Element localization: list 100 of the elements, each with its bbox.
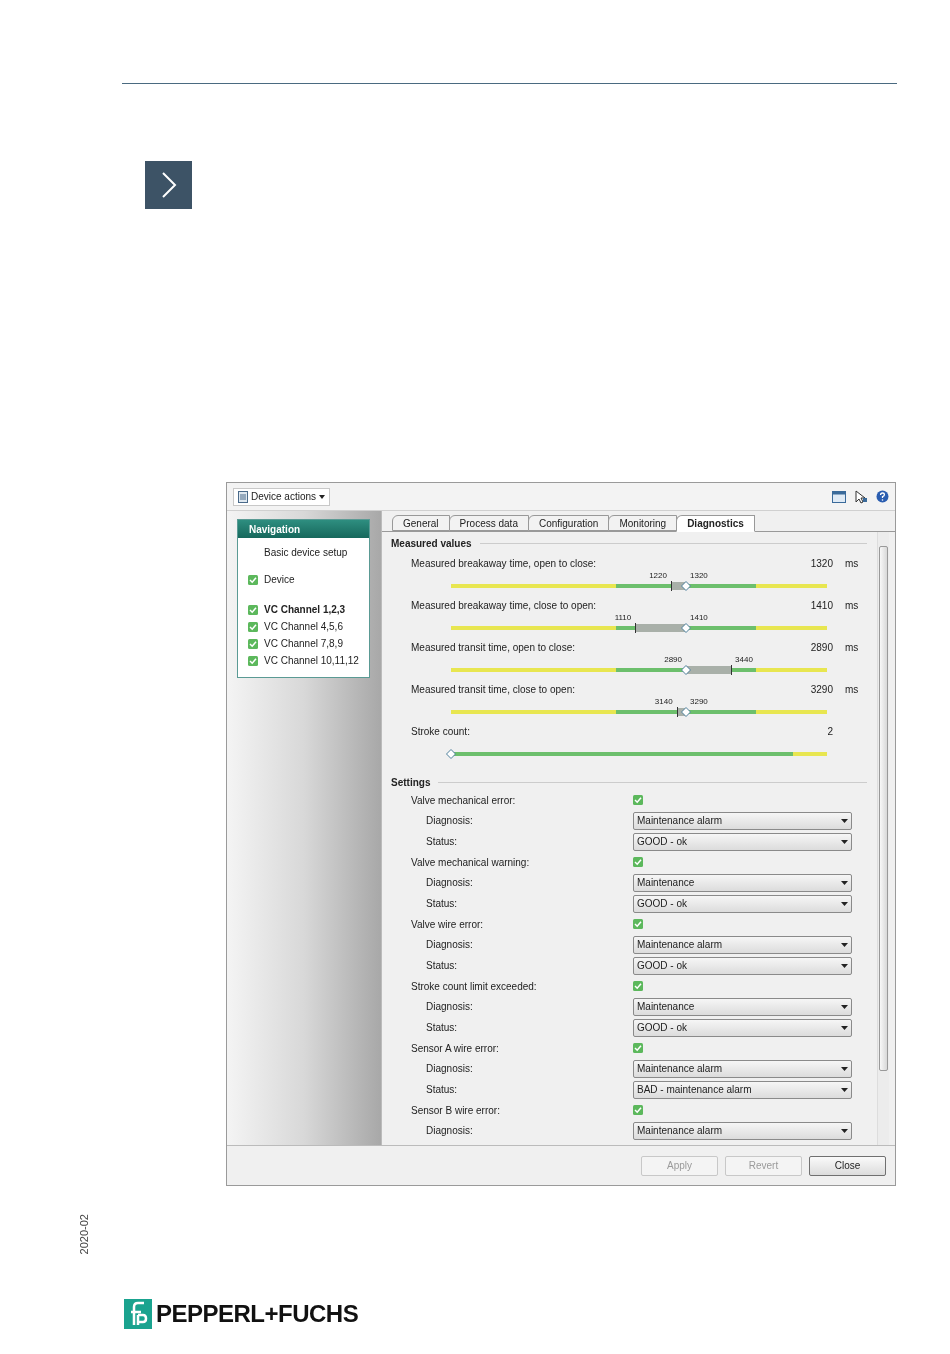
dropdown-caret-icon (841, 1004, 848, 1009)
dropdown-caret-icon (841, 942, 848, 947)
tab[interactable]: Configuration (527, 515, 610, 531)
status-label: Status: (426, 1021, 459, 1035)
dropdown-caret-icon (841, 901, 848, 906)
bracket-label: 1110 (614, 613, 632, 622)
slider-thumb[interactable] (681, 707, 691, 717)
dropdown-caret-icon (841, 1128, 848, 1133)
checkbox-icon[interactable] (248, 655, 258, 666)
checkbox-icon[interactable] (633, 1043, 643, 1053)
setting-label: Valve mechanical error: (411, 793, 517, 808)
checkbox-icon[interactable] (633, 919, 643, 929)
measure-label: Stroke count: (411, 725, 471, 739)
setting-label: Sensor B wire error: (411, 1103, 501, 1118)
navigation-item[interactable]: VC Channel 4,5,6 (238, 618, 369, 635)
measure-value: 2 (826, 725, 833, 739)
navigation-item[interactable]: VC Channel 7,8,9 (238, 635, 369, 652)
diagnosis-label: Diagnosis: (426, 938, 474, 952)
navigation-item[interactable]: Basic device setup (238, 544, 369, 561)
bracket-label: 3140 (654, 697, 673, 706)
bracket-label: 3440 (735, 655, 753, 664)
range-fill (635, 624, 686, 632)
measure-value: 1410 (809, 599, 833, 613)
dropdown[interactable]: Maintenance alarm (633, 1059, 852, 1078)
navigation-item[interactable]: Device (238, 571, 369, 588)
section-title: Settings (391, 776, 431, 790)
dropdown[interactable]: GOOD - ok (633, 832, 852, 851)
dropdown[interactable]: Maintenance alarm (633, 935, 852, 954)
scrollbar[interactable] (877, 532, 889, 1145)
dropdown[interactable]: GOOD - ok (633, 956, 852, 975)
unit-label: ms (845, 600, 859, 611)
dropdown[interactable]: BAD - maintenance alarm (633, 1080, 852, 1099)
slider-thumb[interactable] (681, 581, 691, 591)
tab[interactable]: Monitoring (608, 515, 678, 531)
measure-value: 2890 (809, 641, 833, 655)
dropdown[interactable]: Maintenance (633, 873, 852, 892)
dropdown-caret-icon (841, 839, 848, 844)
dropdown[interactable]: GOOD - ok (633, 1018, 852, 1037)
range-fill (686, 666, 732, 674)
checkbox-icon[interactable] (248, 604, 258, 615)
bracket-label: 1220 (649, 571, 667, 580)
caret-icon (319, 494, 326, 499)
measure-label: Measured breakaway time, open to close: (411, 557, 598, 571)
checkbox-icon[interactable] (248, 638, 258, 649)
section-title: Measured values (391, 537, 472, 551)
slider-thumb[interactable] (681, 665, 691, 675)
dropdown[interactable]: Maintenance (633, 997, 852, 1016)
unit-label: ms (845, 642, 859, 653)
setting-label: Valve mechanical warning: (411, 855, 531, 870)
navigation-item[interactable]: VC Channel 10,11,12 (238, 652, 369, 669)
tab[interactable]: Process data (448, 515, 529, 531)
diagnosis-label: Diagnosis: (426, 814, 474, 828)
diagnosis-label: Diagnosis: (426, 1062, 474, 1076)
window-icon[interactable] (832, 490, 846, 503)
status-label: Status: (426, 1083, 459, 1097)
dropdown-caret-icon (841, 818, 848, 823)
measure-label: Measured transit time, open to close: (411, 641, 576, 655)
measure-label: Measured transit time, close to open: (411, 683, 576, 697)
slider-thumb[interactable] (681, 623, 691, 633)
checkbox-icon[interactable] (633, 1105, 643, 1115)
measure-value: 1320 (809, 557, 833, 571)
marker-label: 1320 (690, 571, 708, 580)
marker-label: 1410 (690, 613, 708, 622)
diagnosis-label: Diagnosis: (426, 876, 474, 890)
dropdown-caret-icon (841, 1087, 848, 1092)
measure-label: Measured breakaway time, close to open: (411, 599, 598, 613)
dropdown[interactable]: Maintenance alarm (633, 811, 852, 830)
pointer-icon[interactable] (854, 489, 868, 504)
navigation-header: Navigation (238, 520, 369, 538)
setting-label: Stroke count limit exceeded: (411, 979, 538, 994)
diagnosis-label: Diagnosis: (426, 1124, 474, 1138)
document-icon (238, 490, 248, 503)
marker-label: 2890 (664, 655, 682, 664)
dropdown[interactable]: Maintenance alarm (633, 1121, 852, 1140)
status-label: Status: (426, 959, 459, 973)
checkbox-icon[interactable] (248, 621, 258, 632)
logo-icon (124, 1299, 152, 1329)
slider-thumb[interactable] (446, 749, 456, 759)
status-label: Status: (426, 897, 459, 911)
date-label: 2020-02 (76, 1214, 91, 1255)
checkbox-icon[interactable] (633, 857, 643, 867)
dropdown-caret-icon (841, 1025, 848, 1030)
tab[interactable]: General (392, 515, 450, 531)
unit-label: ms (845, 558, 859, 569)
tab[interactable]: Diagnostics (676, 515, 755, 532)
dropdown-caret-icon (841, 1066, 848, 1071)
dropdown-caret-icon (841, 880, 848, 885)
marker-label: 3290 (690, 697, 708, 706)
chevron-icon (145, 161, 192, 209)
diagnosis-label: Diagnosis: (426, 1000, 474, 1014)
dialog-button[interactable]: Close (809, 1155, 886, 1176)
checkbox-icon[interactable] (248, 574, 258, 585)
help-icon[interactable] (876, 490, 889, 503)
navigation-item[interactable]: VC Channel 1,2,3 (238, 601, 369, 618)
checkbox-icon[interactable] (633, 795, 643, 805)
checkbox-icon[interactable] (633, 981, 643, 991)
status-label: Status: (426, 835, 459, 849)
dropdown[interactable]: GOOD - ok (633, 894, 852, 913)
setting-label: Valve wire error: (411, 917, 485, 932)
device-actions-menu[interactable]: Device actions (233, 487, 331, 506)
